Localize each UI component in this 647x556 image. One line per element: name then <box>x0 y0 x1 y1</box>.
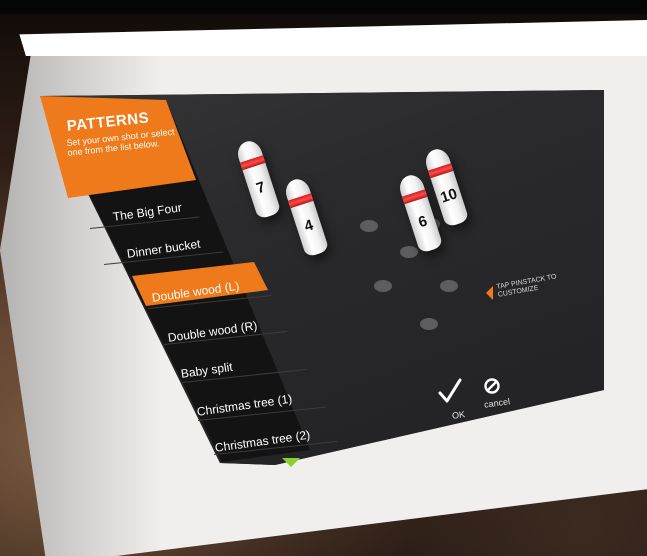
checkmark-icon <box>438 378 462 403</box>
hint-arrow-icon <box>486 286 493 300</box>
pin-spot[interactable] <box>374 280 392 292</box>
ok-label[interactable]: OK <box>451 409 465 421</box>
ok-button[interactable] <box>438 378 462 408</box>
cancel-button[interactable] <box>483 377 501 399</box>
pin-spot[interactable] <box>420 318 438 330</box>
pin-spot[interactable] <box>400 246 418 258</box>
pin-spot[interactable] <box>360 220 378 232</box>
top-bar <box>0 0 647 14</box>
pin-number: 7 <box>254 178 268 198</box>
pin-number: 6 <box>416 212 430 232</box>
pin-number: 4 <box>302 216 316 236</box>
pin-spot[interactable] <box>440 280 458 292</box>
chevron-down-icon[interactable] <box>282 458 300 467</box>
cancel-icon <box>484 378 500 394</box>
pin-number: 10 <box>438 185 460 207</box>
